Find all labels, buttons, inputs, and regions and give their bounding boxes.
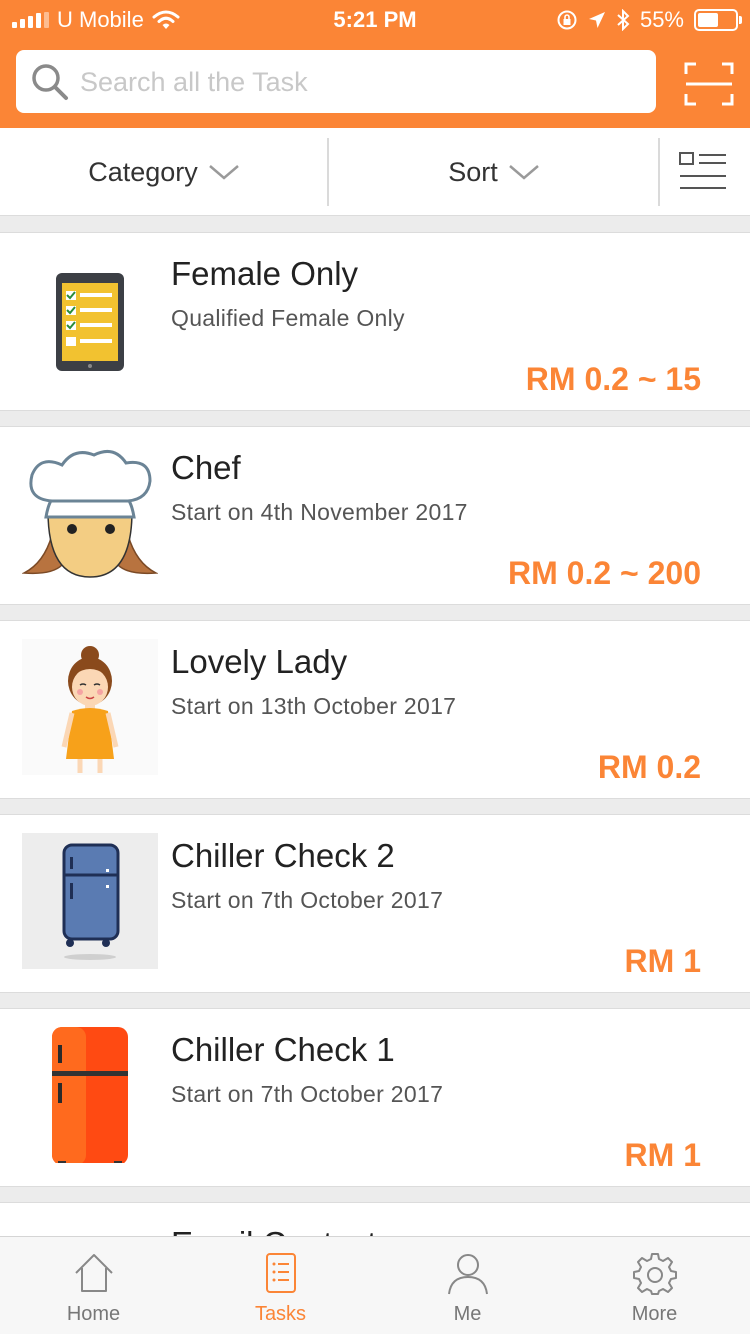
sort-filter-button[interactable]: Sort [329,128,659,216]
task-price: RM 0.2 ~ 200 [508,555,701,591]
task-card[interactable]: Chiller Check 2 Start on 7th October 201… [0,814,750,993]
task-subtitle: Start on 13th October 2017 [171,693,457,719]
task-title: Chiller Check 2 [171,837,395,874]
battery-icon [694,9,742,31]
tab-bar: Home Tasks Me More [0,1236,750,1334]
status-bar: U Mobile 5:21 PM 55% [0,0,750,40]
tab-tasks[interactable]: Tasks [187,1237,374,1334]
task-price: RM 1 [624,943,701,979]
task-card[interactable]: Lovely Lady Start on 13th October 2017 R… [0,620,750,799]
scan-icon[interactable] [684,62,734,106]
lady-icon [22,639,158,775]
tab-me[interactable]: Me [374,1237,561,1334]
chevron-down-icon [508,165,539,180]
fridge-blue-icon [22,833,158,969]
task-title: Chef [171,449,241,486]
task-title: Lovely Lady [171,643,348,680]
category-filter-button[interactable]: Category [0,128,328,216]
tasks-icon [266,1253,296,1293]
bluetooth-icon [617,9,630,31]
task-title: Chiller Check 1 [171,1031,395,1068]
battery-percent: 55% [639,7,684,32]
tab-more[interactable]: More [561,1237,748,1334]
search-bar[interactable]: Search all the Task [16,50,656,113]
search-input[interactable]: Search all the Task [80,67,308,98]
tab-more-label: More [631,1303,678,1325]
tab-tasks-label: Tasks [254,1303,307,1325]
filter-bar: Category Sort [0,128,750,216]
person-icon [448,1254,488,1295]
task-card[interactable]: Chef Start on 4th November 2017 RM 0.2 ~… [0,426,750,605]
orientation-lock-icon [557,10,577,30]
task-price: RM 1 [624,1137,701,1173]
list-view-icon[interactable] [676,150,728,194]
tab-me-label: Me [453,1303,482,1325]
fridge-orange-icon [52,1027,128,1163]
task-price: RM 0.2 [597,749,701,785]
task-subtitle: Qualified Female Only [171,305,405,331]
gear-icon [633,1253,677,1295]
task-title: Female Only [171,255,359,292]
chevron-down-icon [208,165,239,180]
sort-label: Sort [448,156,498,187]
filter-divider [658,138,660,206]
checklist-tablet-icon [56,273,124,371]
search-icon [32,64,68,100]
task-card[interactable]: Female Only Qualified Female Only RM 0.2… [0,232,750,411]
chef-icon [22,449,158,578]
header: U Mobile 5:21 PM 55% Search all the Task [0,0,750,128]
home-icon [75,1254,113,1292]
task-subtitle: Start on 7th October 2017 [171,1081,444,1107]
tab-home-label: Home [66,1303,121,1325]
task-card[interactable]: Chiller Check 1 Start on 7th October 201… [0,1008,750,1187]
task-price: RM 0.2 ~ 15 [525,361,701,397]
tab-home[interactable]: Home [0,1237,187,1334]
task-subtitle: Start on 4th November 2017 [171,499,468,525]
category-label: Category [88,156,198,187]
location-arrow-icon [588,12,605,28]
task-list: Female Only Qualified Female Only RM 0.2… [0,232,750,1334]
task-subtitle: Start on 7th October 2017 [171,887,444,913]
battery-fill [698,13,718,27]
